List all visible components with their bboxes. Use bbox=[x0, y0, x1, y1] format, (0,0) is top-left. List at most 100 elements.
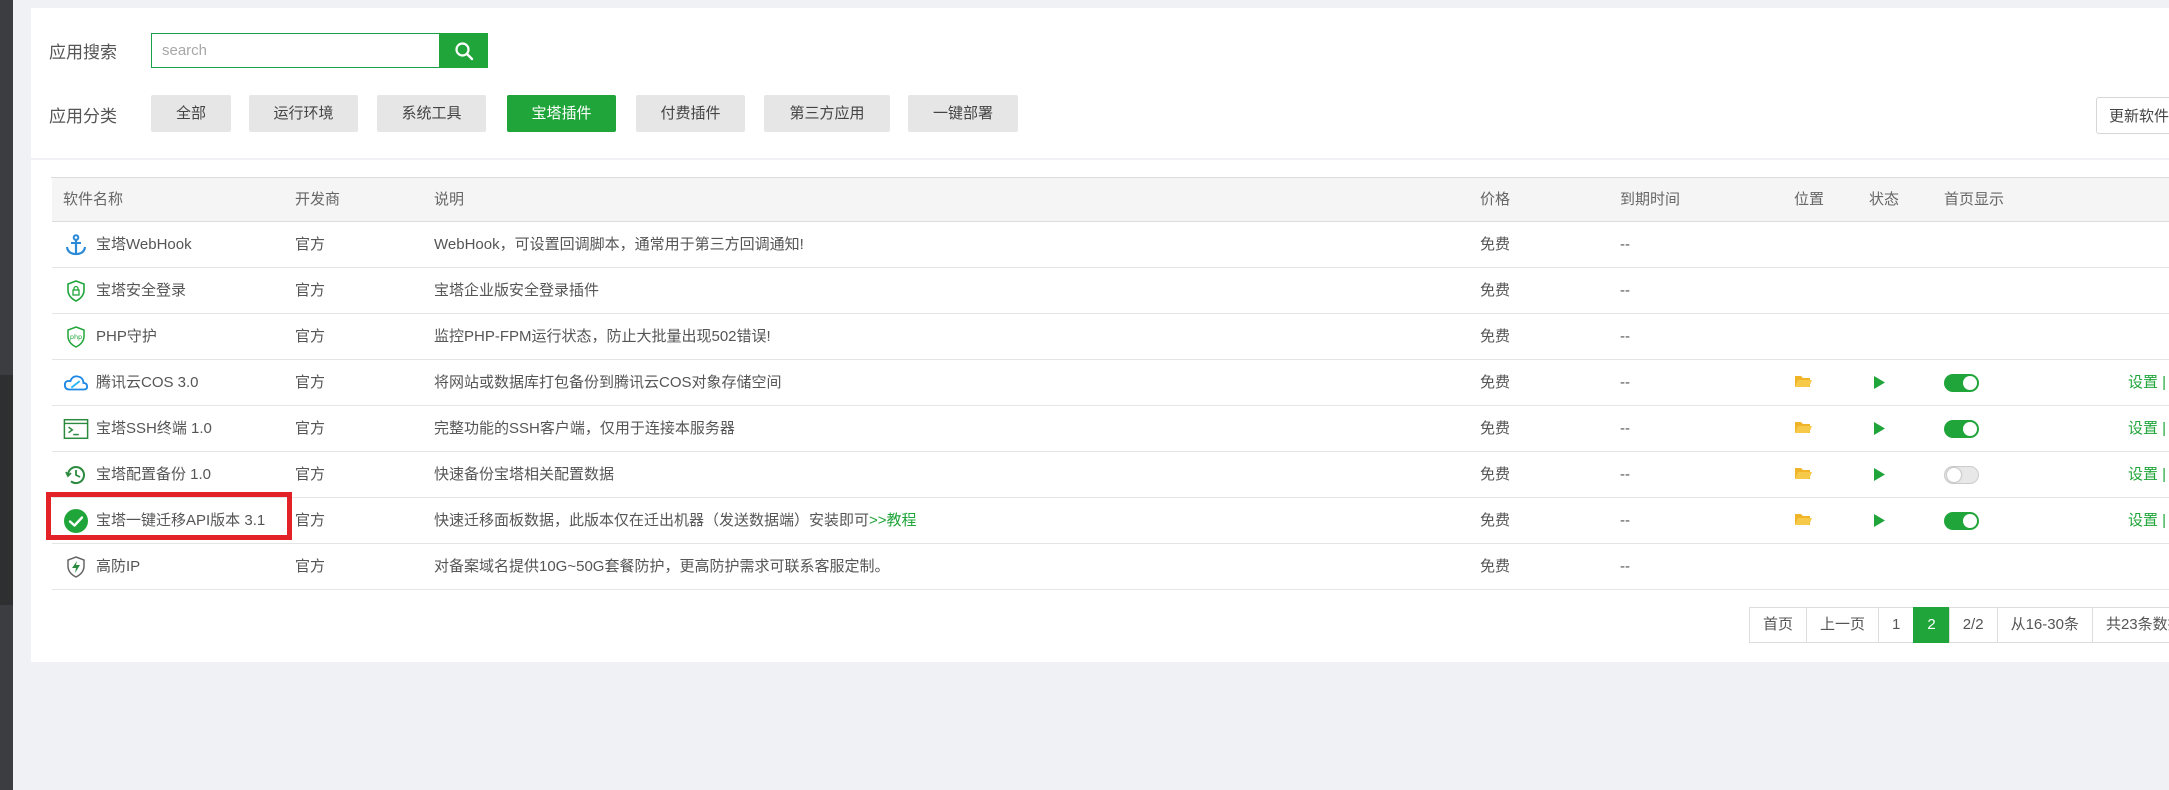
page-1-button[interactable]: 1 bbox=[1878, 607, 1915, 643]
plugin-name: 高防IP bbox=[63, 544, 140, 589]
category-label: 应用分类 bbox=[49, 107, 117, 126]
plugin-price: 免费 bbox=[1480, 328, 1511, 345]
plugin-developer: 官方 bbox=[295, 466, 326, 483]
filter-panel: 应用搜索 应用分类 全部 运行环境 系统工具 宝塔插件 付费插件 第三方应用 一… bbox=[31, 8, 2169, 158]
plugin-developer: 官方 bbox=[295, 512, 326, 529]
header-expire[interactable]: 到期时间 bbox=[1620, 178, 1680, 221]
folder-icon[interactable] bbox=[1794, 420, 1812, 440]
category-runtime[interactable]: 运行环境 bbox=[249, 95, 358, 132]
table-header: 软件名称 开发商 说明 价格 到期时间 位置 状态 首页显示 bbox=[52, 178, 2169, 222]
cloud-icon bbox=[63, 370, 89, 396]
top-strip bbox=[13, 0, 2169, 8]
search-label: 应用搜索 bbox=[49, 43, 117, 62]
play-icon[interactable] bbox=[1872, 421, 1886, 441]
page-range: 从16-30条 bbox=[1996, 607, 2093, 643]
prev-page-button[interactable]: 上一页 bbox=[1806, 607, 1880, 643]
header-location: 位置 bbox=[1794, 191, 1825, 208]
plugin-developer: 官方 bbox=[295, 328, 326, 345]
category-all[interactable]: 全部 bbox=[151, 95, 231, 132]
header-description: 说明 bbox=[434, 191, 465, 208]
folder-icon[interactable] bbox=[1794, 466, 1812, 486]
update-software-button[interactable]: 更新软件 bbox=[2096, 97, 2169, 134]
total-count: 共23条数据 bbox=[2091, 607, 2169, 643]
plugin-table: 软件名称 开发商 说明 价格 到期时间 位置 状态 首页显示 宝塔WebHook… bbox=[51, 177, 2169, 590]
plugin-expire: -- bbox=[1620, 236, 1630, 253]
search-input[interactable] bbox=[151, 33, 439, 68]
category-system-tools[interactable]: 系统工具 bbox=[377, 95, 486, 132]
plugin-price: 免费 bbox=[1480, 466, 1511, 483]
anchor-icon bbox=[63, 232, 89, 258]
plugin-name: 宝塔安全登录 bbox=[63, 268, 186, 313]
table-row: php PHP守护 官方 监控PHP-FPM运行状态，防止大批量出现502错误!… bbox=[52, 314, 2169, 360]
backup-icon bbox=[63, 462, 89, 488]
svg-text:php: php bbox=[70, 333, 82, 341]
page-2-button[interactable]: 2 bbox=[1913, 607, 1950, 643]
plugin-developer: 官方 bbox=[295, 374, 326, 391]
left-sidebar-edge bbox=[0, 0, 13, 790]
home-display-toggle[interactable] bbox=[1944, 374, 1979, 392]
plugin-name: php PHP守护 bbox=[63, 314, 157, 359]
table-row: 宝塔一键迁移API版本 3.1 官方 快速迁移面板数据，此版本仅在迁出机器（发送… bbox=[52, 498, 2169, 544]
play-icon[interactable] bbox=[1872, 375, 1886, 395]
plugin-name: 腾讯云COS 3.0 bbox=[63, 360, 199, 405]
plugin-expire: -- bbox=[1620, 558, 1630, 575]
table-row: 宝塔WebHook 官方 WebHook，可设置回调脚本，通常用于第三方回调通知… bbox=[52, 222, 2169, 268]
category-one-click-deploy[interactable]: 一键部署 bbox=[908, 95, 1018, 132]
settings-link[interactable]: 设置 | bbox=[2128, 406, 2166, 451]
header-name[interactable]: 软件名称 bbox=[63, 178, 123, 221]
table-row: 宝塔配置备份 1.0 官方 快速备份宝塔相关配置数据 免费 -- 设置 | bbox=[52, 452, 2169, 498]
plugin-description: 快速备份宝塔相关配置数据 bbox=[434, 466, 615, 483]
plugin-expire: -- bbox=[1620, 374, 1630, 391]
plugin-name: 宝塔配置备份 1.0 bbox=[63, 452, 211, 497]
pagination: 首页 上一页 1 2 2/2 从16-30条 共23条数据 bbox=[1749, 607, 2169, 643]
plugin-price: 免费 bbox=[1480, 420, 1511, 437]
category-third-party[interactable]: 第三方应用 bbox=[764, 95, 890, 132]
table-row: 宝塔安全登录 官方 宝塔企业版安全登录插件 免费 -- bbox=[52, 268, 2169, 314]
plugin-expire: -- bbox=[1620, 466, 1630, 483]
lightning-shield-icon bbox=[63, 554, 89, 580]
home-display-toggle[interactable] bbox=[1944, 420, 1979, 438]
plugin-developer: 官方 bbox=[295, 558, 326, 575]
shield-lock-icon bbox=[63, 278, 89, 304]
settings-link[interactable]: 设置 | bbox=[2128, 360, 2166, 405]
header-price[interactable]: 价格 bbox=[1480, 178, 1510, 221]
category-paid-plugins[interactable]: 付费插件 bbox=[636, 95, 745, 132]
plugin-description: 对备案域名提供10G~50G套餐防护，更高防护需求可联系客服定制。 bbox=[434, 558, 890, 575]
plugin-expire: -- bbox=[1620, 282, 1630, 299]
plugin-name: 宝塔WebHook bbox=[63, 222, 192, 267]
search-icon bbox=[454, 41, 473, 60]
plugin-description: 监控PHP-FPM运行状态，防止大批量出现502错误! bbox=[434, 328, 771, 345]
table-row: 高防IP 官方 对备案域名提供10G~50G套餐防护，更高防护需求可联系客服定制… bbox=[52, 544, 2169, 590]
php-shield-icon: php bbox=[63, 324, 89, 350]
settings-link[interactable]: 设置 | bbox=[2128, 498, 2166, 543]
play-icon[interactable] bbox=[1872, 513, 1886, 533]
table-row: 宝塔SSH终端 1.0 官方 完整功能的SSH客户端，仅用于连接本服务器 免费 … bbox=[52, 406, 2169, 452]
plugin-name: 宝塔SSH终端 1.0 bbox=[63, 406, 212, 451]
folder-icon[interactable] bbox=[1794, 374, 1812, 394]
tutorial-link[interactable]: >>教程 bbox=[869, 512, 917, 529]
plugin-expire: -- bbox=[1620, 512, 1630, 529]
header-developer: 开发商 bbox=[295, 191, 341, 208]
category-bt-plugins[interactable]: 宝塔插件 bbox=[507, 95, 616, 132]
plugin-description: WebHook，可设置回调脚本，通常用于第三方回调通知! bbox=[434, 236, 804, 253]
home-display-toggle[interactable] bbox=[1944, 512, 1979, 530]
folder-icon[interactable] bbox=[1794, 512, 1812, 532]
home-display-toggle[interactable] bbox=[1944, 466, 1979, 484]
plugin-description: 将网站或数据库打包备份到腾讯云COS对象存储空间 bbox=[434, 374, 782, 391]
play-icon[interactable] bbox=[1872, 467, 1886, 487]
header-home-display: 首页显示 bbox=[1944, 191, 2005, 208]
settings-link[interactable]: 设置 | bbox=[2128, 452, 2166, 497]
search-button[interactable] bbox=[439, 33, 488, 68]
plugin-expire: -- bbox=[1620, 328, 1630, 345]
header-status: 状态 bbox=[1869, 191, 1900, 208]
plugin-price: 免费 bbox=[1480, 374, 1511, 391]
plugin-description: 快速迁移面板数据，此版本仅在迁出机器（发送数据端）安装即可>>教程 bbox=[434, 512, 917, 529]
table-row: 腾讯云COS 3.0 官方 将网站或数据库打包备份到腾讯云COS对象存储空间 免… bbox=[52, 360, 2169, 406]
highlight-box bbox=[46, 492, 292, 540]
plugin-developer: 官方 bbox=[295, 236, 326, 253]
first-page-button[interactable]: 首页 bbox=[1749, 607, 1808, 643]
plugin-developer: 官方 bbox=[295, 420, 326, 437]
terminal-icon bbox=[63, 416, 89, 442]
page-count: 2/2 bbox=[1948, 607, 1998, 643]
plugin-price: 免费 bbox=[1480, 236, 1511, 253]
